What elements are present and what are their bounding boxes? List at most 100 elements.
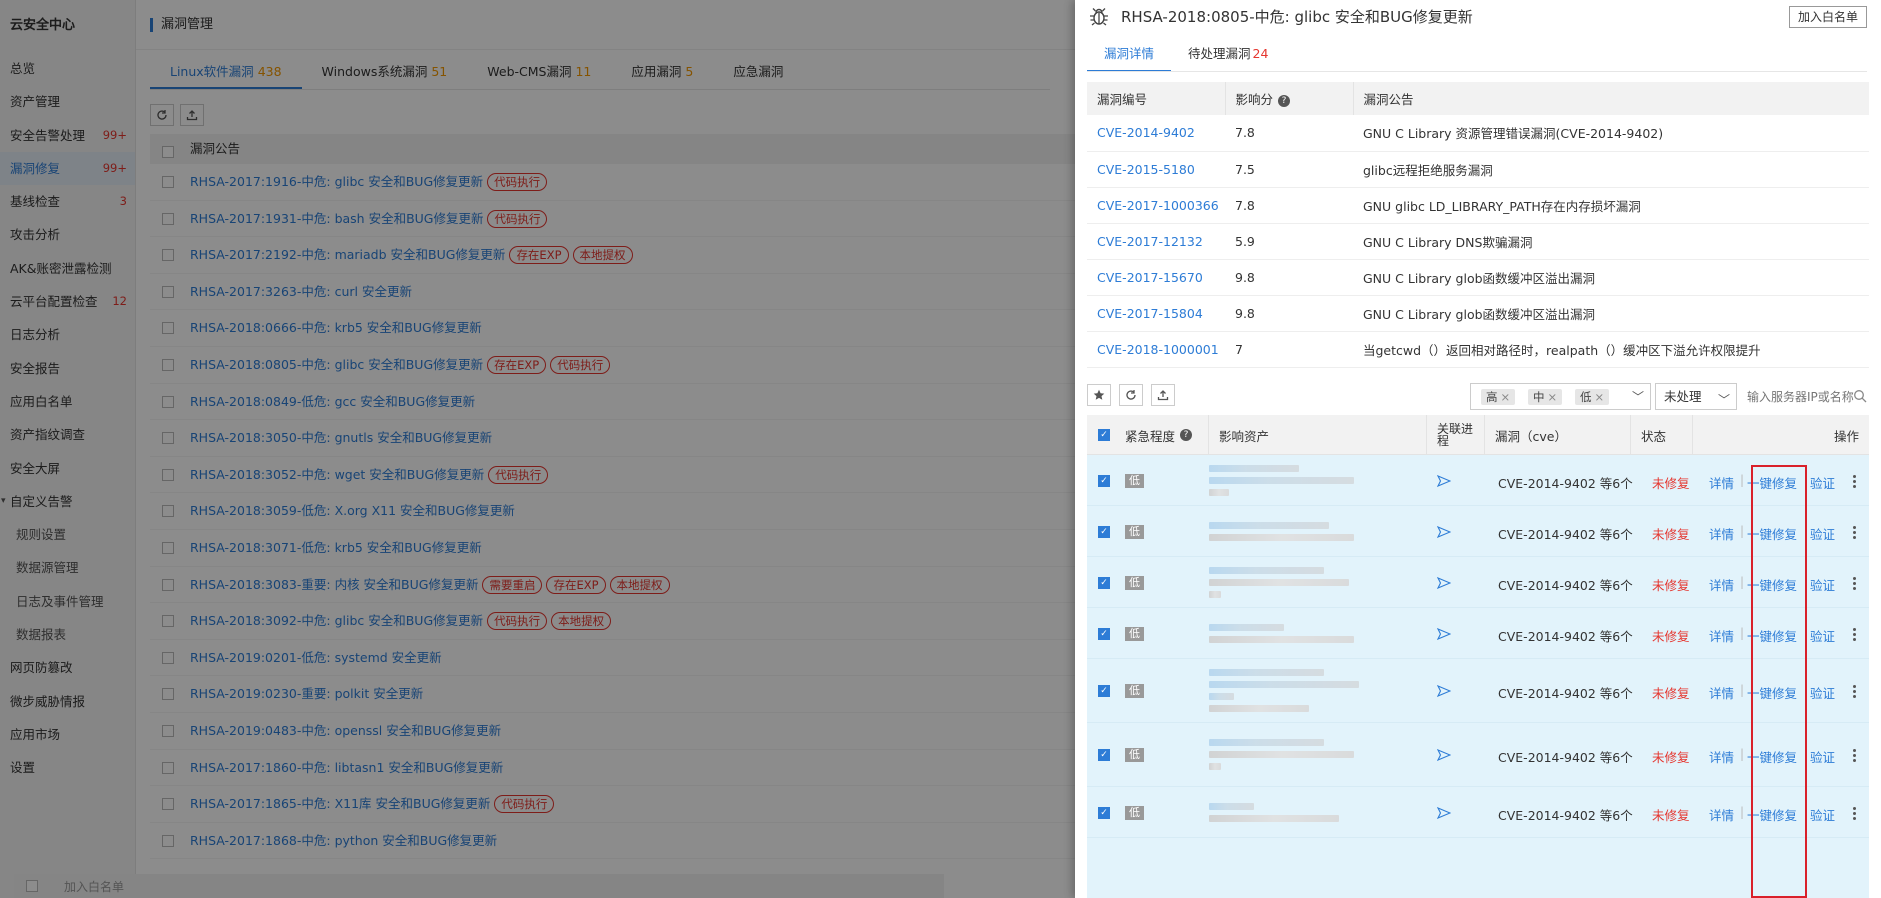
status-badge: 未修复 — [1652, 527, 1690, 542]
cve-id-cell: CVE-2017-12132 — [1087, 223, 1225, 260]
tab-count: 24 — [1252, 46, 1269, 61]
check-icon[interactable]: ✓ — [1098, 807, 1110, 819]
detail-link[interactable]: 详情 — [1709, 626, 1734, 645]
remove-chip-icon[interactable]: × — [1501, 390, 1511, 404]
send-icon[interactable] — [1437, 807, 1451, 819]
check-icon[interactable]: ✓ — [1098, 429, 1110, 441]
severity-badge: 低 — [1125, 684, 1144, 698]
status-badge: 未修复 — [1652, 808, 1690, 823]
col-ops: 操作 — [1833, 428, 1859, 444]
more-vertical-icon[interactable] — [1853, 577, 1857, 592]
cve-reference: CVE-2014-9402 等6个 — [1498, 476, 1633, 491]
col-impact-score: 影响分? — [1225, 82, 1354, 115]
favorite-button[interactable] — [1087, 384, 1111, 406]
cve-id-link[interactable]: CVE-2017-15804 — [1097, 306, 1203, 321]
verify-link[interactable]: 验证 — [1810, 626, 1835, 645]
refresh-assets-button[interactable] — [1119, 384, 1143, 406]
col-announcement: 漏洞公告 — [1353, 82, 1869, 115]
table-row: CVE-2017-15804 9.8 GNU C Library glob函数缓冲区… — [1087, 295, 1869, 332]
verify-link[interactable]: 验证 — [1810, 747, 1835, 766]
add-whitelist-button[interactable]: 加入白名单 — [1788, 6, 1867, 28]
send-icon[interactable] — [1437, 749, 1451, 761]
more-vertical-icon[interactable] — [1853, 807, 1857, 822]
op-separator: | — [1740, 473, 1745, 487]
cve-id-link[interactable]: CVE-2018-1000001 — [1097, 342, 1219, 357]
impact-score: 5.9 — [1225, 223, 1353, 260]
announcement-text: GNU C Library 资源管理错误漏洞(CVE-2014-9402) — [1353, 115, 1869, 152]
table-row: CVE-2018-1000001 7 当getcwd（）返回相对路径时，realpa… — [1087, 331, 1869, 368]
help-icon[interactable]: ? — [1180, 429, 1193, 441]
send-icon[interactable] — [1437, 526, 1451, 538]
more-vertical-icon[interactable] — [1853, 475, 1857, 490]
detail-link[interactable]: 详情 — [1709, 805, 1734, 824]
cve-id-link[interactable]: CVE-2014-9402 — [1097, 125, 1195, 140]
severity-chip-medium[interactable]: 中 × — [1528, 389, 1563, 405]
cve-id-link[interactable]: CVE-2017-1000366 — [1097, 198, 1219, 213]
drawer-tab[interactable]: 待处理漏洞 24 — [1171, 40, 1285, 72]
more-vertical-icon[interactable] — [1853, 628, 1857, 643]
check-icon[interactable]: ✓ — [1098, 526, 1110, 538]
cve-id-link[interactable]: CVE-2017-15670 — [1097, 270, 1203, 285]
severity-chip-high[interactable]: 高 × — [1481, 389, 1516, 405]
detail-link[interactable]: 详情 — [1709, 473, 1734, 492]
check-icon[interactable]: ✓ — [1098, 577, 1110, 589]
asset-info-blurred[interactable] — [1209, 522, 1359, 546]
cve-reference: CVE-2014-9402 等6个 — [1498, 578, 1633, 593]
search-icon[interactable] — [1853, 389, 1867, 403]
asset-info-blurred[interactable] — [1209, 567, 1359, 603]
export-assets-button[interactable] — [1151, 384, 1175, 406]
asset-table-header: ✓ 紧急程度? 影响资产 关联进程 漏洞（cve） 状态 操作 — [1087, 415, 1869, 455]
asset-toolbar: 高 × 中 × 低 × ﹀ 未处理 ﹀ — [1087, 383, 1869, 411]
check-icon[interactable]: ✓ — [1098, 475, 1110, 487]
send-icon[interactable] — [1437, 475, 1451, 487]
server-search-input[interactable] — [1743, 383, 1869, 410]
asset-info-blurred[interactable] — [1209, 465, 1359, 501]
severity-chip-low[interactable]: 低 × — [1575, 389, 1610, 405]
send-icon[interactable] — [1437, 685, 1451, 697]
drawer-tab[interactable]: 漏洞详情 — [1087, 40, 1172, 72]
cve-id-link[interactable]: CVE-2017-12132 — [1097, 234, 1203, 249]
asset-info-blurred[interactable] — [1209, 803, 1359, 827]
announcement-text: GNU C Library DNS欺骗漏洞 — [1353, 223, 1869, 260]
refresh-icon — [1126, 390, 1136, 400]
send-icon[interactable] — [1437, 577, 1451, 589]
select-all-assets[interactable]: ✓ — [1087, 415, 1117, 455]
op-separator: | — [1740, 805, 1745, 819]
check-icon[interactable]: ✓ — [1098, 749, 1110, 761]
cve-reference: CVE-2014-9402 等6个 — [1498, 629, 1633, 644]
asset-info-blurred[interactable] — [1209, 624, 1359, 648]
cve-id-link[interactable]: CVE-2015-5180 — [1097, 162, 1195, 177]
verify-link[interactable]: 验证 — [1810, 524, 1835, 543]
detail-link[interactable]: 详情 — [1709, 683, 1734, 702]
remove-chip-icon[interactable]: × — [1595, 390, 1605, 404]
verify-link[interactable]: 验证 — [1810, 575, 1835, 594]
announcement-text: GNU glibc LD_LIBRARY_PATH存在内存损坏漏洞 — [1353, 187, 1869, 224]
verify-link[interactable]: 验证 — [1810, 805, 1835, 824]
status-filter-select[interactable]: 未处理 ﹀ — [1655, 383, 1737, 410]
asset-info-blurred[interactable] — [1209, 669, 1359, 717]
detail-link[interactable]: 详情 — [1709, 524, 1734, 543]
more-vertical-icon[interactable] — [1853, 749, 1857, 764]
verify-link[interactable]: 验证 — [1810, 683, 1835, 702]
remove-chip-icon[interactable]: × — [1548, 390, 1558, 404]
impact-score: 7.5 — [1225, 151, 1353, 188]
detail-link[interactable]: 详情 — [1709, 747, 1734, 766]
tab-label: 漏洞详情 — [1104, 46, 1155, 61]
check-icon[interactable]: ✓ — [1098, 685, 1110, 697]
more-vertical-icon[interactable] — [1853, 685, 1857, 700]
cve-reference: CVE-2014-9402 等6个 — [1498, 808, 1633, 823]
detail-link[interactable]: 详情 — [1709, 575, 1734, 594]
severity-filter-select[interactable]: 高 × 中 × 低 × ﹀ — [1470, 383, 1651, 410]
chevron-down-icon: ﹀ — [1717, 393, 1730, 407]
cve-id-cell: CVE-2018-1000001 — [1087, 331, 1225, 368]
col-asset: 影响资产 — [1209, 415, 1427, 455]
verify-link[interactable]: 验证 — [1810, 473, 1835, 492]
asset-info-blurred[interactable] — [1209, 739, 1359, 775]
check-icon[interactable]: ✓ — [1098, 628, 1110, 640]
help-icon[interactable]: ? — [1278, 94, 1291, 107]
op-separator: | — [1740, 683, 1745, 697]
op-separator: | — [1740, 747, 1745, 761]
more-vertical-icon[interactable] — [1853, 526, 1857, 541]
fix-column-highlight — [1751, 465, 1807, 898]
send-icon[interactable] — [1437, 628, 1451, 640]
